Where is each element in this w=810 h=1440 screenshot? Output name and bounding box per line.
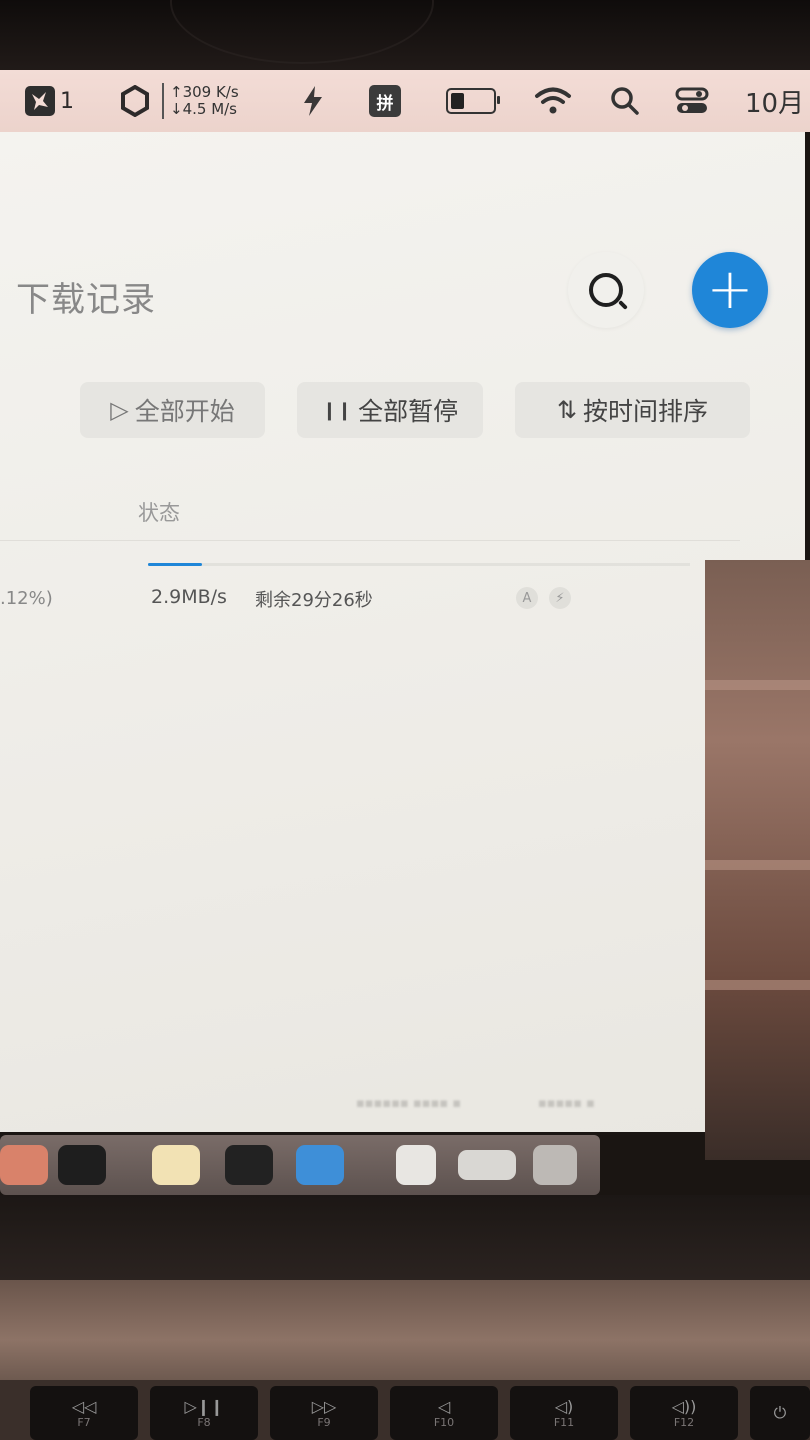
menu-bar: 1 ↑309 K/s ↓4.5 M/s 拼 10月 xyxy=(0,70,810,132)
download-percent: .12%) xyxy=(0,588,53,609)
sort-by-time-label: 按时间排序 xyxy=(583,397,709,426)
desktop-wallpaper xyxy=(705,560,810,1160)
search-icon xyxy=(589,273,623,307)
net-download-speed: ↓4.5 M/s xyxy=(170,100,238,118)
download-progress-fill xyxy=(148,563,203,566)
accelerate-icon[interactable]: A xyxy=(516,587,538,609)
power-key[interactable]: ⏻ xyxy=(750,1386,810,1440)
battery-icon[interactable] xyxy=(446,70,500,132)
spotlight-search-icon[interactable] xyxy=(610,70,640,132)
dock-app-icon[interactable] xyxy=(0,1145,48,1185)
bolt-boost-icon[interactable]: ⚡ xyxy=(549,587,571,609)
trash-icon[interactable] xyxy=(533,1145,577,1185)
footer-status-left: ▪▪▪▪▪▪ ▪▪▪▪ ▪ xyxy=(356,1096,462,1111)
screen-bezel-top xyxy=(0,0,810,74)
dock-download-app-icon[interactable] xyxy=(296,1145,344,1185)
key-f7[interactable]: ◁◁ F7 xyxy=(30,1386,138,1440)
key-f8[interactable]: ▷❙❙ F8 xyxy=(150,1386,258,1440)
wifi-icon[interactable] xyxy=(534,70,572,132)
key-f12[interactable]: ◁)) F12 xyxy=(630,1386,738,1440)
camera-reflection xyxy=(170,0,434,64)
dock-document-icon[interactable] xyxy=(396,1145,436,1185)
footer-status-right: ▪▪▪▪▪ ▪ xyxy=(538,1096,595,1111)
menubar-badge-count: 1 xyxy=(60,88,74,114)
dock-app-icon[interactable] xyxy=(225,1145,273,1185)
key-f10[interactable]: ◁ F10 xyxy=(390,1386,498,1440)
sort-by-time-button[interactable]: ⇅ 按时间排序 xyxy=(515,382,750,438)
menubar-app-status[interactable]: 1 xyxy=(24,70,74,132)
separator xyxy=(162,83,164,119)
laptop-chassis xyxy=(0,1280,810,1380)
download-progress-bar xyxy=(148,563,690,566)
sort-icon: ⇅ xyxy=(556,396,578,424)
column-header-status: 状态 xyxy=(138,501,180,525)
header-divider xyxy=(0,540,740,541)
search-button[interactable] xyxy=(568,252,644,328)
bolt-icon[interactable] xyxy=(298,70,328,132)
control-center-icon[interactable] xyxy=(675,70,709,132)
hexagon-icon[interactable] xyxy=(120,70,150,132)
net-upload-speed: ↑309 K/s xyxy=(170,83,239,101)
play-icon: ▷ xyxy=(110,396,129,424)
download-speed: 2.9MB/s xyxy=(151,586,227,608)
bird-app-icon xyxy=(25,86,55,116)
pause-all-button[interactable]: ❙❙ 全部暂停 xyxy=(297,382,483,438)
add-download-button[interactable]: + xyxy=(692,252,768,328)
screen-bezel-bottom xyxy=(0,1195,810,1280)
network-speed-monitor[interactable]: ↑309 K/s ↓4.5 M/s xyxy=(162,70,239,132)
dock-terminal-icon[interactable] xyxy=(58,1145,106,1185)
dock-folder-icon[interactable] xyxy=(458,1150,516,1180)
dock-notes-icon[interactable] xyxy=(152,1145,200,1185)
page-title: 下载记录 xyxy=(16,280,156,320)
plus-icon: + xyxy=(706,257,754,322)
menubar-clock[interactable]: 10月 xyxy=(745,70,804,132)
input-method-icon[interactable]: 拼 xyxy=(369,70,401,132)
start-all-button[interactable]: ▷ 全部开始 xyxy=(80,382,265,438)
pause-all-label: 全部暂停 xyxy=(358,397,459,426)
start-all-label: 全部开始 xyxy=(134,397,235,426)
download-time-remaining: 剩余29分26秒 xyxy=(255,590,373,611)
pause-icon: ❙❙ xyxy=(321,399,353,421)
key-f11[interactable]: ◁) F11 xyxy=(510,1386,618,1440)
key-f9[interactable]: ▷▷ F9 xyxy=(270,1386,378,1440)
